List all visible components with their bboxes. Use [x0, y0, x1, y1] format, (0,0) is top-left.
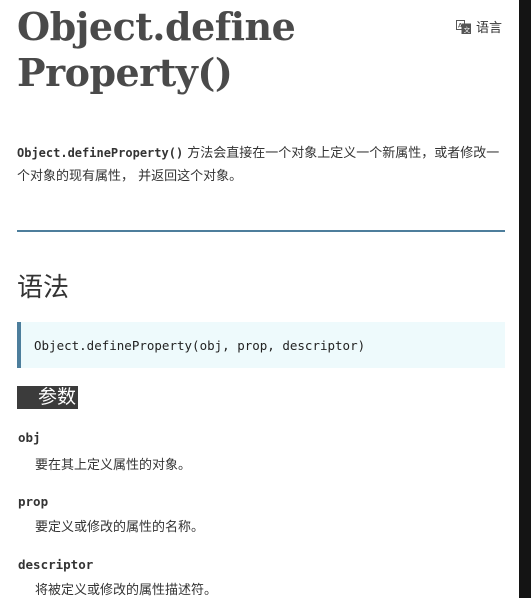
language-switcher[interactable]: A 文 语言	[456, 17, 502, 36]
section-divider	[17, 230, 505, 232]
param-name-prop: prop	[18, 494, 49, 509]
window-edge	[519, 0, 531, 598]
page-title-line-1: Object.define	[17, 4, 296, 49]
param-desc-descriptor: 将被定义或修改的属性描述符。	[35, 583, 218, 598]
page-title: Object.define Property()	[17, 4, 296, 96]
param-name-descriptor: descriptor	[18, 557, 94, 572]
param-desc-obj: 要在其上定义属性的对象。	[35, 458, 192, 473]
syntax-signature: Object.defineProperty(obj, prop, descrip…	[34, 337, 366, 353]
parameters-heading: 参数	[17, 386, 78, 409]
param-desc-prop: 要定义或修改的属性的名称。	[35, 520, 205, 535]
summary-paragraph: Object.defineProperty() 方法会直接在一个对象上定义一个新…	[17, 142, 509, 188]
svg-text:文: 文	[464, 24, 471, 33]
language-label: 语言	[476, 21, 503, 36]
page-title-line-2: Property()	[17, 50, 233, 95]
document-page: Object.define Property() A 文 语言 Object.d…	[0, 0, 519, 598]
summary-code: Object.defineProperty()	[17, 146, 184, 160]
syntax-code-block: Object.defineProperty(obj, prop, descrip…	[17, 322, 505, 368]
svg-text:A: A	[458, 21, 463, 29]
param-name-obj: obj	[18, 430, 41, 445]
translate-icon: A 文	[456, 19, 471, 34]
syntax-heading: 语法	[17, 273, 70, 303]
